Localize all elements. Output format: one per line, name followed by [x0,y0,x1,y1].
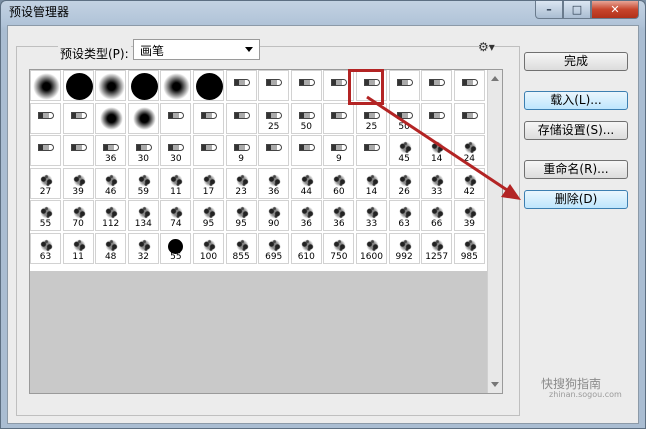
preset-manager-window: 预设管理器 – □ ✕ 预设类型(P): 画笔 ⚙▾ 25 50 25 50 36 30 3… [0,0,646,429]
watermark-url: zhinan.sogou.com [549,390,622,399]
annotation-arrow [366,95,521,200]
